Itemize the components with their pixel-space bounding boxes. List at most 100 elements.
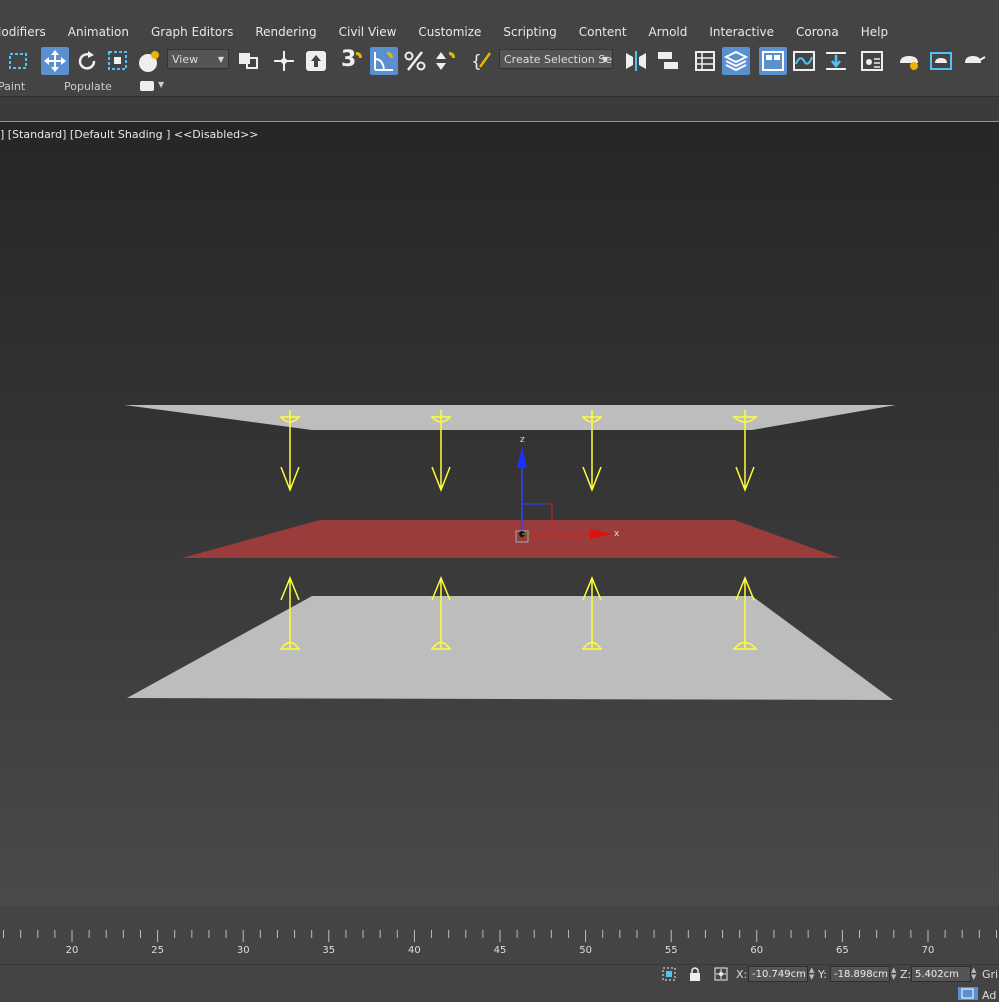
menu-content[interactable]: Content (568, 25, 638, 39)
render-setup-button[interactable] (895, 47, 923, 75)
curve-editor-button[interactable] (790, 47, 818, 75)
menu-customize[interactable]: Customize (407, 25, 492, 39)
render-production-button[interactable] (959, 47, 987, 75)
named-selection-value: Create Selection Se (504, 53, 612, 66)
reference-coordinate-value: View (172, 53, 199, 66)
edit-named-selection-button[interactable]: { (468, 47, 496, 75)
align-icon (658, 52, 678, 69)
toggle-scene-explorer-button[interactable] (691, 47, 719, 75)
ribbon-options-icon[interactable] (140, 81, 154, 91)
move-icon (44, 50, 66, 72)
ruler-tick-label: 35 (322, 945, 335, 956)
select-manipulate-button[interactable] (270, 47, 298, 75)
viewport-scene: z x (124, 405, 896, 700)
keyboard-shortcut-override-button[interactable] (302, 47, 330, 75)
status-bar: X: -10.749cm ▲ ▼ Y: -18.898cm ▲ ▼ Z: 5.402… (0, 964, 999, 1002)
timeline[interactable]: 20 25 30 35 40 45 50 55 60 65 70 (0, 906, 999, 964)
named-selection-dropdown[interactable]: Create Selection Se ▼ (499, 49, 613, 69)
menu-corona[interactable]: Corona (785, 25, 850, 39)
manipulate-icon (274, 51, 294, 71)
menu-modifiers[interactable]: Modifiers (0, 25, 57, 39)
chevron-down-icon: ▼ (601, 55, 608, 64)
curve-editor-icon (793, 51, 815, 71)
grid-label: Gri (982, 968, 999, 981)
toggle-layer-explorer-button[interactable] (722, 47, 750, 75)
layer-explorer-icon (723, 50, 749, 72)
isolate-selection-icon[interactable] (661, 966, 677, 982)
selection-lock-icon[interactable] (687, 966, 703, 982)
percent-snap-icon (404, 51, 426, 71)
main-toolbar: View ▼ 3 { Create Selection Se ▼ (0, 44, 999, 79)
gizmo-x-label: x (614, 529, 620, 539)
menu-graph-editors[interactable]: Graph Editors (140, 25, 244, 39)
spinner-snap-toggle-button[interactable] (432, 47, 460, 75)
angle-snap-toggle-button[interactable] (370, 47, 398, 75)
ribbon-tab-paint[interactable]: Paint (0, 80, 25, 93)
bottom-plane (127, 596, 893, 700)
select-region-button[interactable] (4, 47, 32, 75)
selected-plane (182, 520, 840, 558)
chevron-down-icon[interactable]: ▼ (158, 80, 164, 89)
time-ruler[interactable]: 20 25 30 35 40 45 50 55 60 65 70 (0, 930, 999, 964)
mirror-button[interactable] (622, 47, 650, 75)
z-coord-label: Z: (900, 968, 912, 981)
percent-snap-toggle-button[interactable] (401, 47, 429, 75)
menu-animation[interactable]: Animation (57, 25, 140, 39)
reference-coordinate-dropdown[interactable]: View ▼ (167, 49, 229, 69)
spinner-snap-icon (436, 52, 455, 70)
x-coord-label: X: (736, 968, 748, 981)
rotate-icon (78, 51, 96, 70)
rendered-frame-window-button[interactable] (927, 47, 955, 75)
menu-civil-view[interactable]: Civil View (328, 25, 408, 39)
z-coord-field[interactable]: 5.402cm (911, 966, 971, 982)
select-scale-button[interactable] (104, 47, 132, 75)
named-selection-icon: { (471, 52, 492, 72)
ruler-tick-label: 30 (237, 945, 250, 956)
menu-arnold[interactable]: Arnold (638, 25, 699, 39)
use-pivot-center-button[interactable] (234, 47, 262, 75)
mirror-icon (626, 51, 646, 71)
toggle-ribbon-button[interactable] (759, 47, 787, 75)
keyboard-override-icon (306, 51, 326, 71)
menu-help[interactable]: Help (850, 25, 899, 39)
ruler-tick-label: 20 (66, 945, 79, 956)
menu-rendering[interactable]: Rendering (244, 25, 327, 39)
placement-button[interactable] (135, 47, 163, 75)
ribbon-icon (762, 51, 784, 71)
render-setup-icon (900, 56, 918, 70)
select-move-button[interactable] (41, 47, 69, 75)
absolute-mode-icon[interactable] (713, 966, 729, 982)
magnet-icon (356, 52, 362, 58)
ruler-tick-label: 40 (408, 945, 421, 956)
ruler-tick-label: 60 (750, 945, 763, 956)
menu-interactive[interactable]: Interactive (698, 25, 785, 39)
scene-explorer-icon (695, 51, 715, 71)
select-rotate-button[interactable] (73, 47, 101, 75)
perspective-viewport[interactable]: ] [Standard] [Default Shading ] <<Disabl… (0, 121, 999, 907)
material-editor-button[interactable] (858, 47, 886, 75)
placement-icon (139, 51, 159, 72)
y-spinner-icon[interactable]: ▲ ▼ (891, 967, 896, 981)
chevron-down-icon: ▼ (217, 55, 224, 64)
snaps-toggle-button[interactable]: 3 (338, 47, 366, 75)
ruler-tick-label: 55 (665, 945, 678, 956)
schematic-view-icon (826, 52, 846, 70)
scale-icon (108, 51, 127, 70)
y-coord-label: Y: (818, 968, 827, 981)
ruler-tick-label: 25 (151, 945, 164, 956)
y-coord-field[interactable]: -18.898cm (830, 966, 890, 982)
select-region-icon (9, 53, 27, 69)
ribbon-tab-populate[interactable]: Populate (64, 80, 112, 93)
ribbon-tabs: Paint Populate ▼ (0, 78, 999, 96)
ruler-tick-label: 70 (922, 945, 935, 956)
x-spinner-icon[interactable]: ▲ ▼ (809, 967, 814, 981)
schematic-view-button[interactable] (822, 47, 850, 75)
svg-text:{: { (471, 52, 482, 72)
add-time-tag-icon[interactable] (958, 987, 978, 1000)
menu-scripting[interactable]: Scripting (492, 25, 567, 39)
align-button[interactable] (654, 47, 682, 75)
z-spinner-icon[interactable]: ▲ ▼ (971, 967, 976, 981)
angle-snap-icon (374, 52, 393, 71)
x-coord-field[interactable]: -10.749cm (748, 966, 808, 982)
add-time-tag-label[interactable]: Ad (982, 989, 996, 1002)
